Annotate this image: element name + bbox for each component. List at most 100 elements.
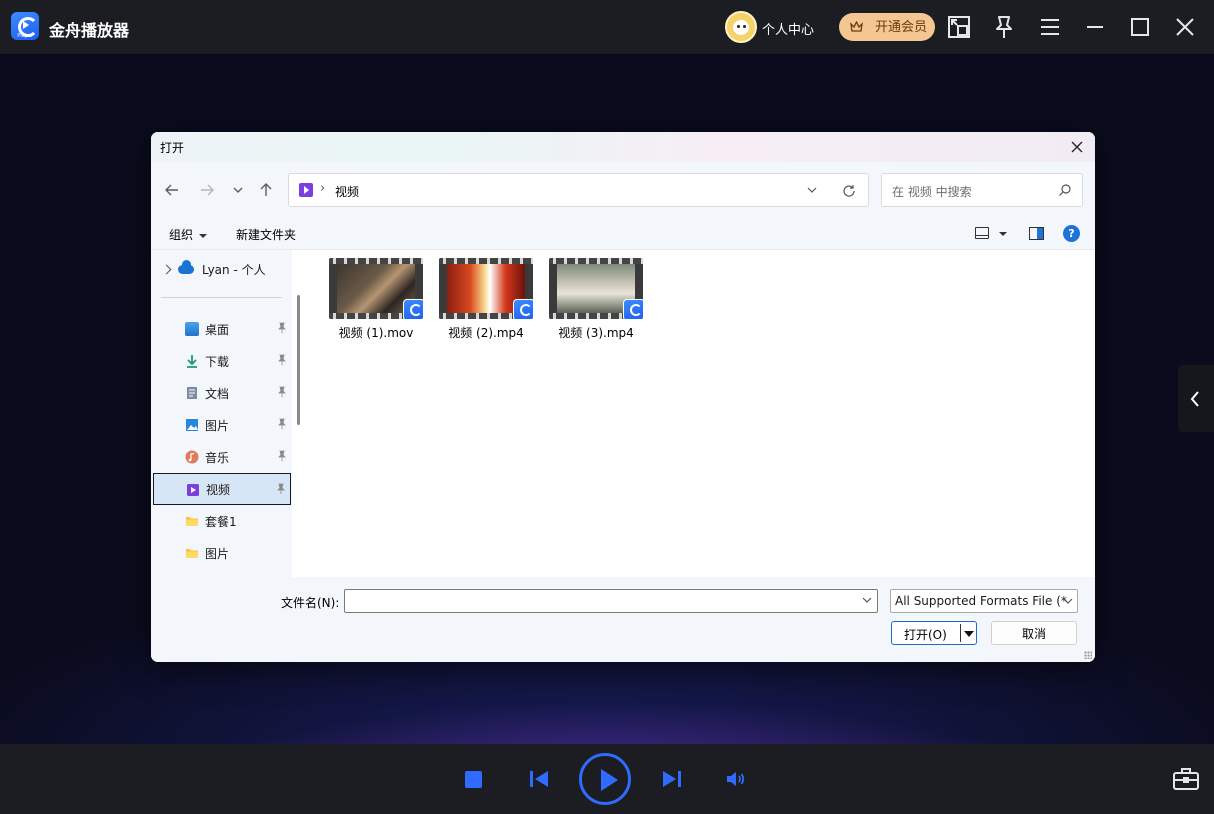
nav-item-onedrive[interactable]: Lyan - 个人 xyxy=(161,259,266,278)
dialog-close-icon[interactable] xyxy=(1067,137,1087,157)
file-type-value: All Supported Formats File (* xyxy=(895,594,1067,608)
view-dropdown-icon[interactable] xyxy=(999,232,1007,236)
minimize-icon[interactable] xyxy=(1080,12,1110,42)
filename-label: 文件名(N): xyxy=(281,596,340,610)
forward-icon[interactable] xyxy=(198,181,216,199)
app-title: 金舟播放器 xyxy=(49,21,130,40)
nav-item-music[interactable]: 音乐 xyxy=(153,441,291,473)
file-type-select[interactable]: All Supported Formats File (* xyxy=(890,589,1078,613)
chevron-down-icon xyxy=(1063,598,1073,604)
crown-icon xyxy=(850,21,863,32)
video-thumbnail xyxy=(549,258,643,319)
player-badge-icon xyxy=(403,299,423,319)
pin-icon[interactable] xyxy=(275,483,287,495)
title-bar: Player 金舟播放器 个人中心 开通会员 xyxy=(0,0,1214,54)
dialog-title-bar: 打开 xyxy=(151,132,1095,162)
toolbox-icon[interactable] xyxy=(1172,766,1200,792)
nav-item-folder-pictures[interactable]: 图片 xyxy=(153,537,291,569)
nav-item-pictures[interactable]: 图片 xyxy=(153,409,291,441)
mini-mode-icon[interactable] xyxy=(944,12,974,42)
recent-locations-chevron-icon[interactable] xyxy=(229,181,247,199)
pin-icon[interactable] xyxy=(276,354,288,366)
vip-button[interactable]: 开通会员 xyxy=(839,13,935,41)
help-icon[interactable]: ? xyxy=(1063,225,1080,242)
up-icon[interactable] xyxy=(257,181,275,199)
nav-item-videos[interactable]: 视频 xyxy=(153,473,291,505)
file-item[interactable]: 视频 (1).mov xyxy=(322,258,430,341)
dialog-footer: 文件名(N): All Supported Formats File (* 打开… xyxy=(151,577,1095,662)
pin-on-top-icon[interactable] xyxy=(989,12,1019,42)
open-options-dropdown-icon[interactable] xyxy=(964,631,974,637)
preview-pane-icon[interactable] xyxy=(1029,227,1044,240)
pin-icon[interactable] xyxy=(276,386,288,398)
playlist-toggle-button[interactable] xyxy=(1178,365,1214,432)
view-mode-icon[interactable] xyxy=(975,227,989,239)
address-bar[interactable]: › 视频 xyxy=(288,173,869,207)
nav-item-label: 桌面 xyxy=(205,322,230,337)
video-thumbnail xyxy=(439,258,533,319)
avatar[interactable] xyxy=(725,11,757,43)
open-button-label: 打开(O) xyxy=(904,628,947,642)
desktop-icon xyxy=(185,322,199,336)
next-button[interactable] xyxy=(660,767,684,791)
nav-item-label: 套餐1 xyxy=(205,514,237,529)
address-dropdown-icon[interactable] xyxy=(805,183,819,197)
vip-button-label: 开通会员 xyxy=(874,19,927,34)
nav-divider xyxy=(161,297,282,298)
nav-item-label: 图片 xyxy=(205,546,230,561)
nav-item-label: 下载 xyxy=(205,354,230,369)
play-button[interactable] xyxy=(579,753,631,805)
pin-icon[interactable] xyxy=(276,418,288,430)
file-name: 视频 (3).mp4 xyxy=(558,326,634,340)
close-icon[interactable] xyxy=(1170,12,1200,42)
open-button[interactable]: 打开(O) xyxy=(891,621,977,645)
nav-item-documents[interactable]: 文档 xyxy=(153,377,291,409)
file-item[interactable]: 视频 (3).mp4 xyxy=(542,258,650,341)
file-name: 视频 (1).mov xyxy=(338,326,414,340)
filename-dropdown-icon[interactable] xyxy=(862,595,872,605)
video-thumbnail xyxy=(329,258,423,319)
command-bar: 组织 新建文件夹 ? xyxy=(151,218,1095,250)
music-icon xyxy=(185,450,199,464)
cancel-button[interactable]: 取消 xyxy=(991,621,1077,645)
stop-button[interactable] xyxy=(465,771,482,788)
nav-item-downloads[interactable]: 下载 xyxy=(153,345,291,377)
playback-control-bar xyxy=(0,744,1214,814)
file-name: 视频 (2).mp4 xyxy=(448,326,524,340)
nav-item-folder-package1[interactable]: 套餐1 xyxy=(153,505,291,537)
player-badge-icon xyxy=(623,299,643,319)
new-folder-button[interactable]: 新建文件夹 xyxy=(236,226,296,243)
file-item[interactable]: 视频 (2).mp4 xyxy=(432,258,540,341)
app-logo-icon: Player xyxy=(11,12,39,40)
search-input[interactable]: 在 视频 中搜索 xyxy=(881,173,1083,207)
folder-icon xyxy=(186,517,198,526)
videos-folder-icon xyxy=(299,183,313,197)
resize-grip-icon[interactable] xyxy=(1084,651,1092,659)
pin-icon[interactable] xyxy=(276,450,288,462)
document-icon xyxy=(187,387,197,399)
filename-input[interactable] xyxy=(344,589,878,613)
search-placeholder: 在 视频 中搜索 xyxy=(892,185,972,199)
chevron-right-icon[interactable] xyxy=(161,264,172,274)
user-center-link[interactable]: 个人中心 xyxy=(762,19,814,38)
player-badge-icon xyxy=(513,299,533,319)
menu-icon[interactable] xyxy=(1035,12,1065,42)
pin-icon[interactable] xyxy=(276,322,288,334)
maximize-icon[interactable] xyxy=(1125,12,1155,42)
breadcrumb-current[interactable]: 视频 xyxy=(335,183,359,200)
nav-item-label: 视频 xyxy=(206,482,231,497)
open-file-dialog: 打开 › 视频 在 视频 中搜索 组织 新建文件夹 ? Lyan - 个人 桌面… xyxy=(151,132,1095,662)
organize-menu[interactable]: 组织 xyxy=(169,226,208,243)
split-divider xyxy=(960,624,961,642)
previous-button[interactable] xyxy=(527,767,551,791)
navigation-pane: Lyan - 个人 桌面 下载 文档 图片 音乐 视频 套餐1 图片 xyxy=(151,250,292,577)
folder-icon xyxy=(186,549,198,558)
search-icon[interactable] xyxy=(1058,183,1072,197)
nav-scrollbar[interactable] xyxy=(297,295,300,425)
nav-item-label: 文档 xyxy=(205,386,230,401)
chevron-down-icon xyxy=(199,233,208,238)
volume-button[interactable] xyxy=(724,767,748,791)
back-icon[interactable] xyxy=(163,181,181,199)
nav-item-desktop[interactable]: 桌面 xyxy=(153,313,291,345)
refresh-icon[interactable] xyxy=(841,183,857,199)
